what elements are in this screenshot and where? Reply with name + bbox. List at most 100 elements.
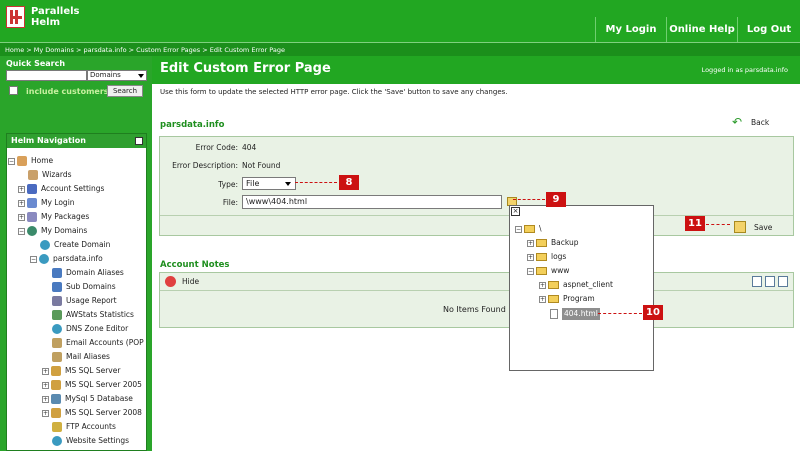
nav-item-account-settings[interactable]: + Account Settings [18, 182, 104, 196]
hide-notes-button[interactable]: Hide [165, 276, 199, 287]
nav-item-usage-report[interactable]: Usage Report [52, 294, 117, 308]
folder-icon [536, 253, 547, 261]
file-browser-popup: × − \ + Backup + logs − www + aspnet_client +… [509, 205, 654, 371]
tree-folder-aspnet-client[interactable]: + aspnet_client [539, 279, 613, 291]
collapse-toggle-icon[interactable]: − [18, 227, 25, 235]
collapse-toggle-icon[interactable]: − [30, 255, 37, 263]
nav-item-email-accounts[interactable]: Email Accounts (POP [52, 336, 144, 350]
file-path-input[interactable]: \www\404.html [242, 195, 502, 209]
nav-item-mail-aliases[interactable]: Mail Aliases [52, 350, 110, 364]
expand-toggle-icon[interactable]: + [539, 281, 546, 289]
expand-toggle-icon[interactable]: + [18, 185, 25, 193]
nav-item-my-login[interactable]: + My Login [18, 196, 75, 210]
include-customers-checkbox[interactable] [9, 86, 18, 95]
database-icon [51, 366, 61, 376]
nav-item-dns-zone-editor[interactable]: DNS Zone Editor [52, 322, 128, 336]
error-code-label: Error Code: [195, 143, 238, 152]
quick-search-input[interactable] [6, 70, 87, 81]
log-out-link[interactable]: Log Out [737, 17, 800, 42]
hide-label: Hide [182, 277, 200, 286]
top-header: Parallels Helm My Login Online Help Log … [0, 0, 800, 42]
nav-item-website-settings[interactable]: Website Settings [52, 434, 129, 448]
nav-item-home[interactable]: − Home [8, 154, 53, 168]
tree-file-404[interactable]: 404.html [550, 308, 600, 320]
expand-toggle-icon[interactable]: + [42, 367, 49, 375]
close-icon[interactable]: × [511, 207, 520, 216]
my-login-link[interactable]: My Login [595, 17, 666, 42]
tree-folder-www[interactable]: − www [527, 265, 569, 277]
save-icon [734, 221, 746, 233]
expand-toggle-icon[interactable]: + [42, 409, 49, 417]
nav-item-mssql-2005[interactable]: + MS SQL Server 2005 [42, 378, 142, 392]
nav-item-sub-domains[interactable]: Sub Domains [52, 280, 116, 294]
database-icon [51, 394, 61, 404]
callout-10-line [598, 313, 642, 314]
add-note-icon[interactable] [752, 276, 762, 287]
nav-item-awstats[interactable]: AWStats Statistics [52, 308, 134, 322]
expand-toggle-icon[interactable]: + [18, 213, 25, 221]
folder-open-icon [524, 225, 535, 233]
search-button[interactable]: Search [107, 85, 143, 97]
alias-icon [52, 268, 62, 278]
main-content: Edit Custom Error Page Logged in as pars… [152, 56, 800, 451]
nav-item-create-domain[interactable]: Create Domain [40, 238, 110, 252]
nav-item-mysql5[interactable]: + MySql 5 Database [42, 392, 133, 406]
type-select[interactable]: File [242, 177, 296, 190]
edit-note-icon[interactable] [778, 276, 788, 287]
tree-folder-logs[interactable]: + logs [527, 251, 566, 263]
collapse-toggle-icon[interactable]: − [515, 225, 522, 233]
expand-toggle-icon[interactable]: + [42, 381, 49, 389]
account-notes-panel: Hide No Items Found [159, 272, 794, 328]
brand-line1: Parallels [31, 6, 80, 17]
subdomain-icon [52, 282, 62, 292]
callout-9: 9 [546, 192, 566, 207]
nav-item-mssql-2008[interactable]: + MS SQL Server 2008 [42, 406, 142, 420]
nav-item-wizards[interactable]: Wizards [28, 168, 72, 182]
expand-toggle-icon[interactable]: + [527, 253, 534, 261]
expand-toggle-icon[interactable]: + [18, 199, 25, 207]
online-help-link[interactable]: Online Help [666, 17, 737, 42]
expand-toggle-icon[interactable]: + [42, 395, 49, 403]
callout-11-line [706, 224, 730, 225]
save-label: Save [754, 222, 773, 232]
parallels-logo[interactable]: Parallels Helm [6, 6, 80, 28]
expand-toggle-icon[interactable]: + [527, 239, 534, 247]
dns-icon [52, 324, 62, 334]
error-code-value: 404 [242, 143, 257, 152]
search-scope-select[interactable]: Domains [87, 70, 147, 81]
nav-item-mssql[interactable]: + MS SQL Server [42, 364, 120, 378]
globe-icon [27, 226, 37, 236]
account-notes-title: Account Notes [160, 260, 230, 270]
error-description-value: Not Found [242, 161, 281, 170]
back-button[interactable]: ↶ Back [732, 116, 769, 128]
save-button[interactable]: Save [734, 221, 772, 233]
globe-icon [52, 436, 62, 446]
nav-item-domain-aliases[interactable]: Domain Aliases [52, 266, 124, 280]
breadcrumb[interactable]: Home > My Domains > parsdata.info > Cust… [0, 42, 800, 56]
nav-item-ftp-accounts[interactable]: FTP Accounts [52, 420, 116, 434]
logo-icon [6, 6, 25, 28]
nav-item-parsdata[interactable]: − parsdata.info [30, 252, 103, 266]
folder-open-icon [536, 267, 547, 275]
callout-8-line [295, 182, 337, 183]
file-icon [550, 309, 558, 319]
wizard-icon [28, 170, 38, 180]
hide-icon [165, 276, 176, 287]
export-note-icon[interactable] [765, 276, 775, 287]
back-arrow-icon: ↶ [732, 115, 743, 129]
nav-item-my-domains[interactable]: − My Domains [18, 224, 87, 238]
back-label: Back [751, 117, 770, 127]
collapse-icon[interactable] [135, 137, 143, 145]
callout-11: 11 [685, 216, 705, 231]
error-description-label: Error Description: [172, 161, 238, 170]
chevron-down-icon [285, 182, 291, 186]
file-label: File: [222, 198, 238, 207]
tree-root[interactable]: − \ [515, 223, 542, 235]
tree-folder-backup[interactable]: + Backup [527, 237, 579, 249]
collapse-toggle-icon[interactable]: − [527, 267, 534, 275]
tree-folder-program[interactable]: + Program [539, 293, 595, 305]
ftp-icon [52, 422, 62, 432]
collapse-toggle-icon[interactable]: − [8, 157, 15, 165]
nav-item-my-packages[interactable]: + My Packages [18, 210, 89, 224]
expand-toggle-icon[interactable]: + [539, 295, 546, 303]
